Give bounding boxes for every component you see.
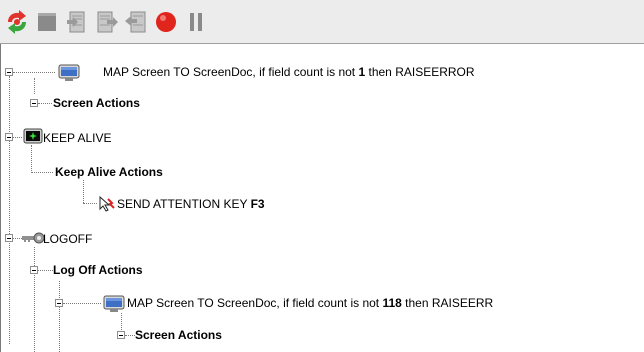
tree-connector bbox=[9, 76, 10, 344]
tree-node-map-screen[interactable]: MAP Screen TO ScreenDoc, if field count … bbox=[103, 64, 475, 80]
step-out-icon[interactable] bbox=[123, 9, 149, 35]
tree-connector bbox=[38, 270, 53, 271]
collapse-toggle[interactable] bbox=[55, 299, 63, 307]
tree-connector bbox=[34, 247, 35, 352]
key-icon bbox=[21, 229, 45, 247]
tree-node-screen-actions-2[interactable]: Screen Actions bbox=[135, 327, 222, 343]
tree-connector bbox=[13, 72, 55, 73]
tree-node-map-screen-118[interactable]: MAP Screen TO ScreenDoc, if field count … bbox=[127, 295, 493, 311]
tree-node-screen-actions[interactable]: Screen Actions bbox=[53, 95, 140, 111]
screen-map-icon bbox=[58, 64, 80, 82]
collapse-toggle[interactable] bbox=[117, 331, 125, 339]
tree-node-keep-alive-actions[interactable]: Keep Alive Actions bbox=[55, 164, 163, 180]
record-icon[interactable] bbox=[153, 9, 179, 35]
tree-connector bbox=[83, 180, 84, 203]
screen-map-icon bbox=[103, 295, 125, 313]
send-key-icon bbox=[97, 194, 117, 212]
tree-node-logoff[interactable]: LOGOFF bbox=[43, 231, 92, 247]
tree-connector bbox=[125, 335, 135, 336]
tree-node-keep-alive[interactable]: KEEP ALIVE bbox=[43, 130, 112, 146]
keep-alive-icon bbox=[23, 128, 43, 146]
collapse-toggle[interactable] bbox=[5, 133, 13, 141]
pause-icon[interactable] bbox=[183, 9, 209, 35]
tree-connector bbox=[34, 78, 35, 94]
tree-connector bbox=[13, 137, 22, 138]
tree-node-log-off-actions[interactable]: Log Off Actions bbox=[53, 262, 143, 278]
tree-connector bbox=[38, 103, 52, 104]
action-tree: MAP Screen TO ScreenDoc, if field count … bbox=[0, 44, 644, 352]
collapse-toggle[interactable] bbox=[5, 234, 13, 242]
tree-connector bbox=[63, 303, 101, 304]
step-into-icon[interactable] bbox=[64, 9, 90, 35]
stop-icon[interactable] bbox=[34, 9, 60, 35]
tree-node-send-attention-key[interactable]: SEND ATTENTION KEY F3 bbox=[117, 196, 265, 212]
step-over-icon[interactable] bbox=[93, 9, 119, 35]
toolbar bbox=[0, 0, 644, 44]
tree-connector bbox=[121, 313, 122, 330]
tree-connector bbox=[31, 172, 53, 173]
collapse-toggle[interactable] bbox=[30, 99, 38, 107]
tree-connector bbox=[59, 281, 60, 352]
run-macro-icon[interactable] bbox=[4, 9, 30, 35]
tree-connector bbox=[31, 145, 32, 173]
tree-connector bbox=[83, 203, 97, 204]
collapse-toggle[interactable] bbox=[5, 68, 13, 76]
collapse-toggle[interactable] bbox=[30, 266, 38, 274]
